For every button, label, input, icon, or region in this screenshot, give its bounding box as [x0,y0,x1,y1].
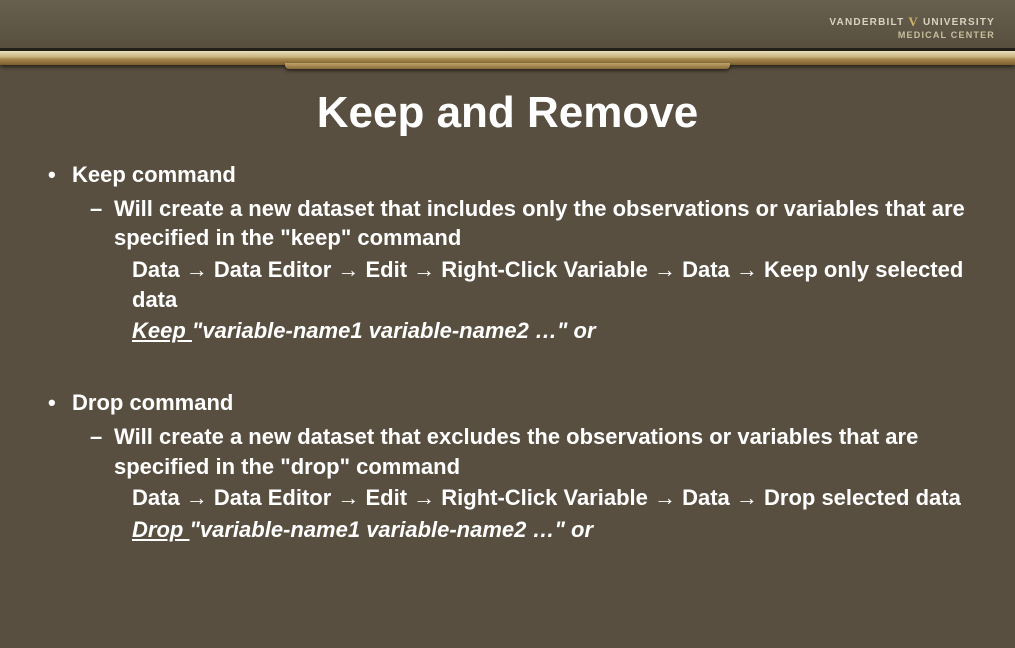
slide-content: Keep command Will create a new dataset t… [42,160,985,547]
keep-syntax: Keep "variable-name1 variable-name2 …" o… [42,316,985,346]
drop-path: Data → Data Editor → Edit → Right-Click … [42,483,985,513]
keep-desc: Will create a new dataset that includes … [42,194,985,253]
spacer [42,348,985,388]
brand-line1: VANDERBILTVUNIVERSITY [829,14,995,30]
brand-right: UNIVERSITY [923,17,995,28]
drop-heading: Drop command [42,388,985,418]
gold-divider [0,51,1015,65]
slide-title: Keep and Remove [0,88,1015,138]
slide: VANDERBILTVUNIVERSITY MEDICAL CENTER Kee… [0,0,1015,648]
drop-desc: Will create a new dataset that excludes … [42,422,985,481]
brand-left: VANDERBILT [829,17,904,28]
keep-heading: Keep command [42,160,985,190]
keep-syntax-args: "variable-name1 variable-name2 …" or [192,318,596,343]
keep-path: Data → Data Editor → Edit → Right-Click … [42,255,985,314]
drop-syntax: Drop "variable-name1 variable-name2 …" o… [42,515,985,545]
keep-syntax-cmd: Keep [132,318,192,343]
brand-line2: MEDICAL CENTER [829,30,995,41]
brand-logo: VANDERBILTVUNIVERSITY MEDICAL CENTER [829,14,995,40]
drop-syntax-cmd: Drop [132,517,189,542]
brand-v-icon: V [904,14,923,29]
drop-syntax-args: "variable-name1 variable-name2 …" or [189,517,593,542]
